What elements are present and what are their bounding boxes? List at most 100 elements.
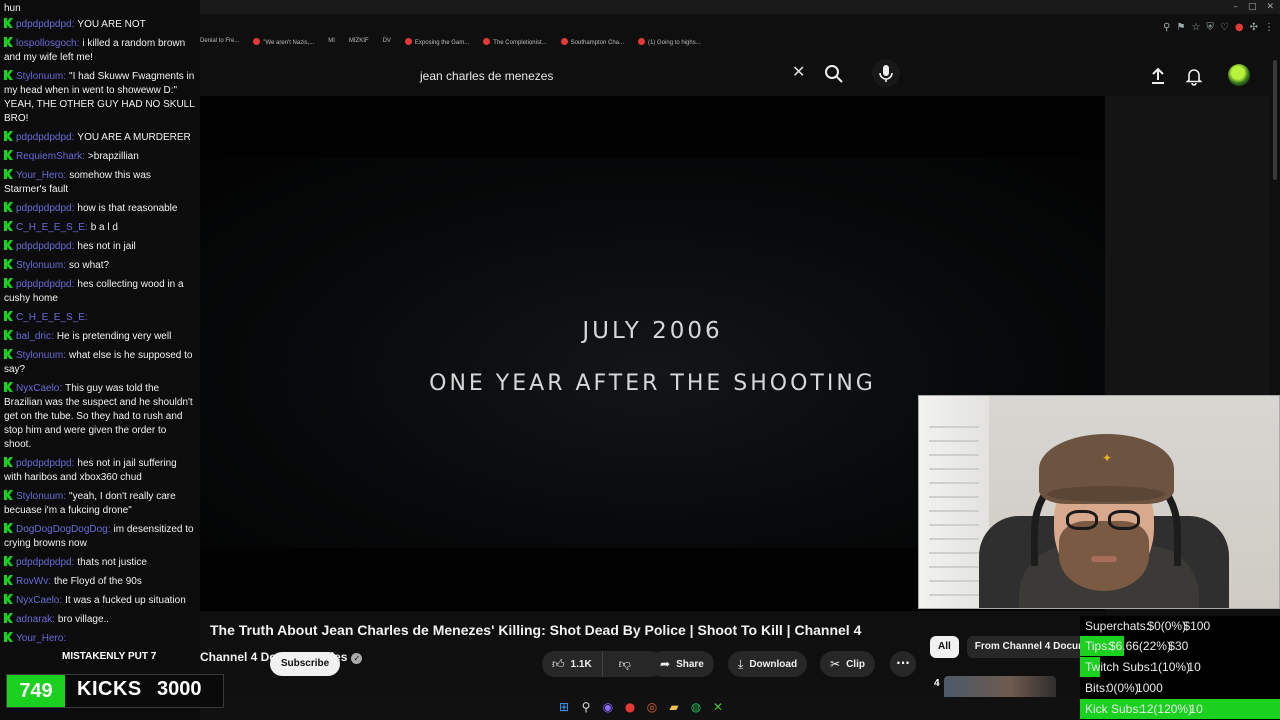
file-explorer-icon[interactable]: ▰ [666, 700, 682, 714]
notifications-bell-icon[interactable] [1184, 66, 1204, 86]
chat-username[interactable]: NyxCaelo: [16, 383, 62, 394]
xbox-icon[interactable]: ✕ [710, 700, 726, 714]
close-window-icon[interactable]: ✕ [1266, 2, 1274, 12]
youtube-favicon-icon [483, 38, 491, 45]
chat-username[interactable]: Stylonuum: [16, 350, 66, 361]
spotify-icon[interactable]: ◍ [688, 700, 704, 714]
chat-message: pdpdpdpdpd: how is that reasonable [0, 200, 200, 219]
discord-icon[interactable]: ◉ [600, 700, 616, 714]
chat-username[interactable]: RequiemShark: [16, 151, 85, 162]
chat-username[interactable]: bal_dric: [16, 331, 54, 342]
chat-text: so what? [69, 260, 110, 271]
menu-dots-icon[interactable]: ⋮ [1264, 22, 1274, 33]
bookmark-item-label: "We aren't Nazis,... [263, 40, 315, 46]
download-label: Download [749, 658, 798, 670]
chat-message: pdpdpdpdpd: YOU ARE A MURDERER [0, 129, 200, 148]
chat-message: DogDogDogDogDog: im desensitized to cryin… [0, 521, 200, 554]
like-button[interactable]: 👍︎ 1.1K [542, 651, 603, 677]
kick-badge-icon [4, 150, 13, 160]
like-count: 1.1K [570, 658, 592, 670]
bookmark-item-label: MIZKIF [348, 38, 369, 44]
share-button[interactable]: ➦ Share [650, 651, 714, 677]
taskbar-search-icon[interactable]: ⚲ [578, 700, 594, 714]
chat-username[interactable]: C_H_E_E_S_E: [16, 222, 88, 233]
clear-search-icon[interactable]: ✕ [792, 62, 805, 81]
chat-username[interactable]: pdpdpdpdpd: [16, 132, 74, 143]
upload-icon[interactable] [1148, 66, 1168, 86]
chat-message: RovWv: the Floyd of the 90s [0, 573, 200, 592]
stat-value: 1(10%) [1151, 660, 1191, 674]
alert-message: MISTAKENLY PUT 7 [62, 651, 157, 662]
chat-username[interactable]: pdpdpdpdpd: [16, 203, 74, 214]
puzzle-extension-icon[interactable]: ✣ [1250, 22, 1258, 33]
dislike-button[interactable]: 👎︎ [609, 657, 641, 672]
bookmark-item[interactable]: Denial to Fre... [200, 38, 239, 52]
bookmark-item[interactable]: Southampton Cha... [560, 38, 624, 52]
stat-goal: 10 [1187, 660, 1201, 674]
maximize-icon[interactable]: □ [1248, 2, 1257, 12]
chat-username[interactable]: DogDogDogDogDog: [16, 524, 111, 535]
bookmark-star-icon[interactable]: ☆ [1191, 22, 1200, 33]
zoom-icon[interactable]: ⚲ [1163, 22, 1170, 33]
clip-button[interactable]: ✂ Clip [820, 651, 875, 677]
search-query[interactable]: jean charles de menezes [420, 69, 553, 83]
chat-username[interactable]: pdpdpdpdpd: [16, 557, 74, 568]
kicks-goal-widget: 749 KICKS 3000 [6, 674, 224, 708]
record-extension-icon[interactable]: ● [1235, 22, 1244, 33]
chat-message: adnarak: bro village.. [0, 611, 200, 630]
kick-badge-icon [4, 490, 13, 500]
kicks-count: 749 [7, 675, 65, 707]
chat-username[interactable]: pdpdpdpdpd: [16, 19, 74, 30]
bookmark-item-label: The Completionist... [493, 40, 547, 46]
chat-username[interactable]: pdpdpdpdpd: [16, 241, 74, 252]
pin-icon[interactable]: ⚑ [1176, 22, 1185, 33]
chat-username[interactable]: adnarak: [16, 614, 55, 625]
bookmark-item[interactable]: MIZKIF [349, 38, 369, 52]
bookmark-item[interactable]: "We aren't Nazis,... [253, 38, 314, 52]
chat-username[interactable]: Stylonuum: [16, 491, 66, 502]
page-scrollbar[interactable] [1273, 60, 1277, 180]
shield-extension-icon[interactable]: ⛨ [1206, 22, 1214, 33]
bookmark-item[interactable]: The Completionist... [483, 38, 547, 52]
bookmark-item[interactable]: MI [328, 38, 335, 52]
heart-extension-icon[interactable]: ♡ [1220, 22, 1229, 33]
chat-message: C_H_E_E_S_E: [0, 309, 200, 328]
minimize-icon[interactable]: – [1233, 2, 1238, 12]
chat-username[interactable]: NyxCaelo: [16, 595, 62, 606]
chat-text: bro village.. [57, 614, 110, 625]
bookmark-item[interactable]: Exposing the Gam... [404, 38, 469, 52]
obs-icon[interactable]: ● [622, 700, 638, 714]
chat-username[interactable]: Your_Hero: [16, 170, 66, 181]
chat-username[interactable]: Stylonuum: [16, 71, 66, 82]
chat-message: Your_Hero: somehow this was Starmer's fau… [0, 167, 200, 200]
subscribe-button[interactable]: Subscribe [270, 652, 340, 676]
chat-username[interactable]: pdpdpdpdpd: [16, 458, 74, 469]
stat-value: 12(120%) [1140, 702, 1193, 716]
bookmark-item[interactable]: (1) Going to highs... [638, 38, 701, 52]
kick-badge-icon [4, 613, 13, 623]
taskbar-icons: ⊞ ⚲ ◉ ● ◎ ▰ ◍ ✕ [556, 700, 726, 714]
bookmarks-bar: Denial to Fre... "We aren't Nazis,... MI… [200, 38, 701, 52]
chat-username[interactable]: Your_Hero: [16, 633, 66, 644]
stat-row-tips: Tips: $6.66(22%) $30 [1080, 636, 1280, 656]
chip-from-channel[interactable]: From Channel 4 Docum [966, 636, 1096, 658]
chat-username[interactable]: C_H_E_E_S_E: [16, 312, 88, 323]
chat-username[interactable]: pdpdpdpdpd: [16, 279, 74, 290]
chat-username[interactable]: Stylonuum: [16, 260, 66, 271]
more-actions-button[interactable]: ··· [890, 651, 916, 677]
voice-search-button[interactable] [872, 59, 900, 87]
start-menu-icon[interactable]: ⊞ [556, 700, 572, 714]
bookmark-item-label: (1) Going to highs... [648, 40, 701, 46]
chat-username[interactable]: lospollosgoch: [16, 38, 79, 49]
sidebar-area [1105, 96, 1270, 396]
bookmark-item[interactable]: DV [383, 38, 391, 52]
chip-all[interactable]: All [930, 636, 959, 658]
chat-username[interactable]: RovWv: [16, 576, 51, 587]
account-avatar[interactable] [1228, 64, 1250, 86]
download-button[interactable]: ⤓ Download [728, 651, 808, 677]
browser-icon[interactable]: ◎ [644, 700, 660, 714]
stat-row-bits: Bits: 0(0%) 1000 [1080, 678, 1280, 698]
stat-goal: 1000 [1136, 681, 1163, 695]
kick-badge-icon [4, 311, 13, 321]
search-icon[interactable] [824, 64, 844, 84]
